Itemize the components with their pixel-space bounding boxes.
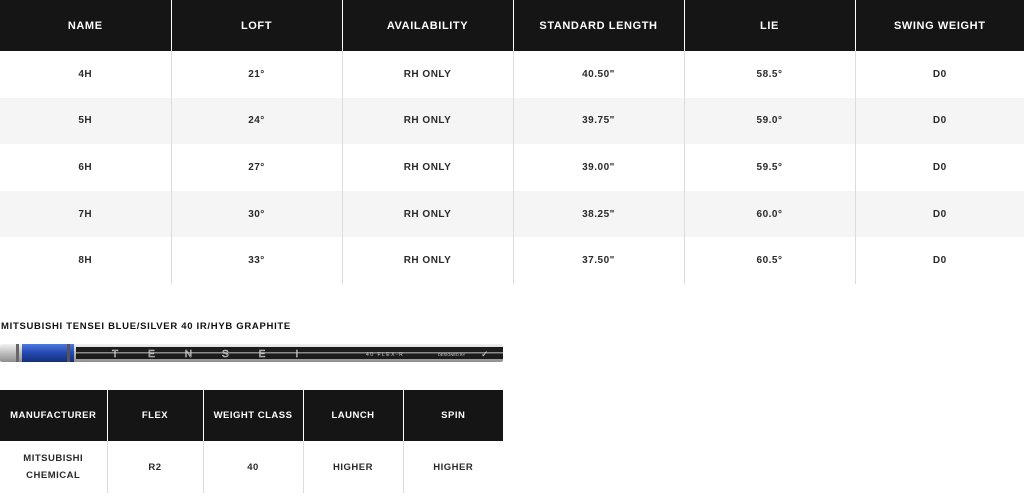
shaft-spec-table: MANUFACTURER FLEX WEIGHT CLASS LAUNCH SP… <box>0 390 503 493</box>
specs-table: NAME LOFT AVAILABILITY STANDARD LENGTH L… <box>0 0 1024 284</box>
shaft-flex-text: 40 FLEX-R <box>366 352 404 358</box>
cell-swing-weight: D0 <box>932 161 947 173</box>
header-swing-weight: SWING WEIGHT <box>855 0 1024 51</box>
cell-loft: 30° <box>171 190 343 238</box>
header-spin: SPIN <box>403 390 503 441</box>
header-weight-class: WEIGHT CLASS <box>203 390 304 441</box>
cell-loft: 24° <box>171 97 343 145</box>
shaft-ring <box>67 344 70 362</box>
specs-header-row: NAME LOFT AVAILABILITY STANDARD LENGTH L… <box>0 0 1024 51</box>
cell-name: 7H <box>0 190 172 238</box>
cell-availability: RH ONLY <box>342 51 514 98</box>
cell-lie: 60.0° <box>684 190 856 238</box>
cell-lie: 58.5° <box>684 51 856 98</box>
cell-swing-weight: D0 <box>932 68 947 80</box>
table-row: 6H 27° RH ONLY 39.00" 59.5° D0 <box>0 144 1024 191</box>
header-name: NAME <box>0 0 172 51</box>
shaft-title: MITSUBISHI TENSEI BLUE/SILVER 40 IR/HYB … <box>1 321 291 332</box>
header-availability: AVAILABILITY <box>342 0 514 51</box>
table-row: 4H 21° RH ONLY 40.50" 58.5° D0 <box>0 51 1024 98</box>
cell-loft: 27° <box>171 144 343 191</box>
cell-name: 4H <box>0 51 172 98</box>
cell-name: 6H <box>0 144 172 191</box>
cell-standard-length: 37.50" <box>513 237 685 284</box>
table-row: 5H 24° RH ONLY 39.75" 59.0° D0 <box>0 97 1024 145</box>
cell-launch: HIGHER <box>303 441 404 493</box>
cell-availability: RH ONLY <box>342 190 514 238</box>
cell-spin: HIGHER <box>433 461 474 473</box>
table-row: 8H 33° RH ONLY 37.50" 60.5° D0 <box>0 237 1024 284</box>
cell-swing-weight: D0 <box>855 97 1024 145</box>
cell-lie: 59.0° <box>684 97 856 145</box>
header-loft: LOFT <box>171 0 343 51</box>
cell-availability: RH ONLY <box>342 144 514 191</box>
cell-lie: 60.5° <box>684 237 856 284</box>
shaft-ring <box>16 344 19 362</box>
cell-lie: 59.5° <box>684 144 856 191</box>
shaft-header-row: MANUFACTURER FLEX WEIGHT CLASS LAUNCH SP… <box>0 390 503 441</box>
cell-weight-class: 40 <box>203 441 304 493</box>
cell-availability: RH ONLY <box>342 237 514 284</box>
cell-swing-weight: D0 <box>855 190 1024 238</box>
header-manufacturer: MANUFACTURER <box>0 390 108 441</box>
cell-loft: 21° <box>171 51 343 98</box>
cell-standard-length: 39.75" <box>513 97 685 145</box>
shaft-designed-by-text: DESIGNED BY <box>438 352 466 357</box>
header-flex: FLEX <box>107 390 204 441</box>
table-row: 7H 30° RH ONLY 38.25" 60.0° D0 <box>0 190 1024 238</box>
cell-standard-length: 39.00" <box>513 144 685 191</box>
cell-manufacturer: MITSUBISHI CHEMICAL <box>0 441 108 493</box>
header-standard-length: STANDARD LENGTH <box>513 0 685 51</box>
brand-logo-icon: ✓ <box>481 350 489 360</box>
cell-standard-length: 38.25" <box>513 190 685 238</box>
cell-swing-weight: D0 <box>932 255 947 267</box>
table-row: MITSUBISHI CHEMICAL R2 40 HIGHER HIGHER <box>0 441 503 493</box>
manufacturer-line-2: CHEMICAL <box>26 470 81 481</box>
cell-availability: RH ONLY <box>342 97 514 145</box>
cell-flex: R2 <box>107 441 204 493</box>
cell-name: 5H <box>0 97 172 145</box>
cell-name: 8H <box>0 237 172 284</box>
shaft-brand-text: TENSEI <box>112 349 328 360</box>
manufacturer-line-1: MITSUBISHI <box>23 453 84 464</box>
cell-standard-length: 40.50" <box>513 51 685 98</box>
cell-loft: 33° <box>171 237 343 284</box>
shaft-grip-band <box>22 344 74 362</box>
header-launch: LAUNCH <box>303 390 404 441</box>
header-lie: LIE <box>684 0 856 51</box>
shaft-image: TENSEI 40 FLEX-R DESIGNED BY ✓ <box>0 344 503 362</box>
